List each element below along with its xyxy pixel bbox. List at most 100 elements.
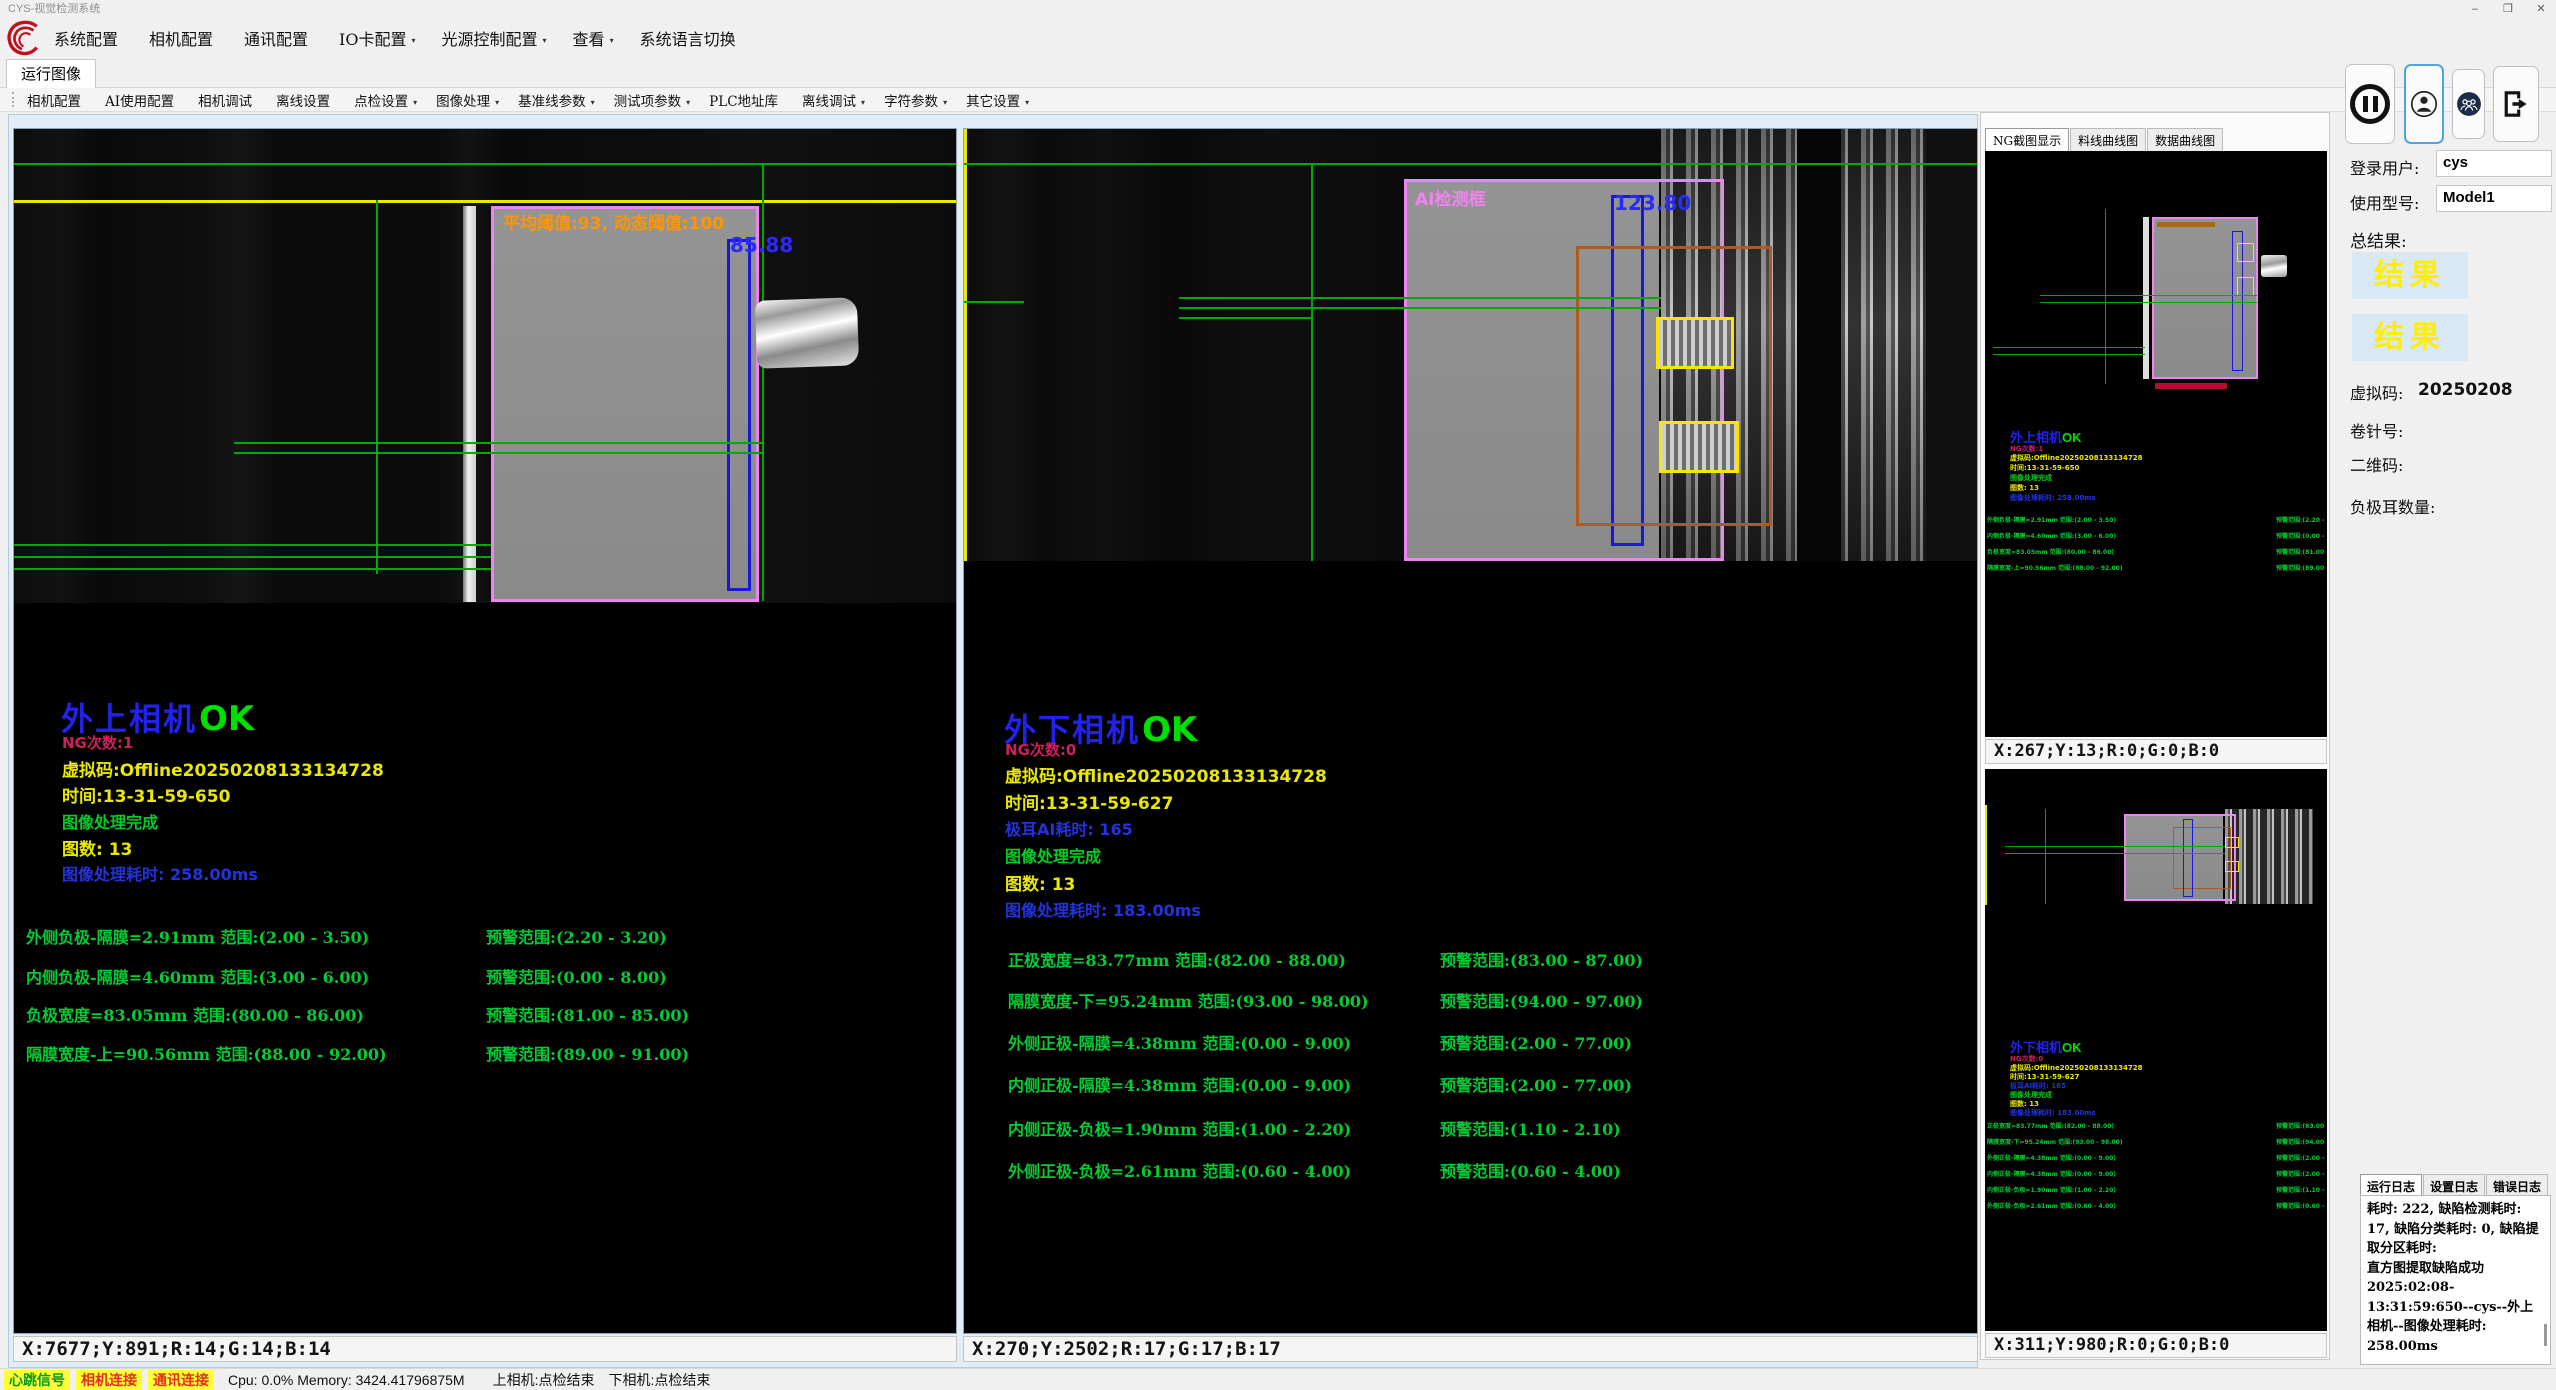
toolbar-other-settings[interactable]: 其它设置▾ (966, 90, 1029, 110)
camera-result: OK (1142, 710, 1197, 750)
warning-range-text: 预警范围:(94.00 - 97.00) (1440, 988, 1643, 1012)
menu-label: 相机配置 (149, 30, 213, 49)
tool-bar: 相机配置 AI使用配置 相机调试 离线设置 点检设置▾ 图像处理▾ 基准线参数▾… (0, 88, 2556, 112)
camera-connect-badge: 相机连接 (76, 1370, 142, 1390)
toolbar-label: 相机调试 (198, 94, 252, 110)
restore-icon[interactable]: ❐ (2493, 0, 2523, 18)
toolbar-plc-address-lib[interactable]: PLC地址库 (709, 90, 783, 110)
measure-line (234, 452, 762, 454)
edge-reference-line (14, 200, 957, 203)
login-user-field[interactable]: cys (2436, 150, 2552, 177)
metal-fins-image (2225, 809, 2313, 904)
exit-button[interactable] (2493, 66, 2539, 142)
toolbar-ai-use-config[interactable]: AI使用配置 (105, 90, 179, 110)
edge-measure-value: 85.88 (730, 233, 793, 257)
frame-count-text: 图数: 13 (1005, 870, 1075, 895)
upper-camera-coordinate-bar: X:7677;Y:891;R:14;G:14;B:14 (13, 1336, 957, 1362)
dropdown-arrow-icon: ▾ (1025, 98, 1029, 107)
close-icon[interactable]: ✕ (2526, 0, 2556, 18)
measurement-text: 外侧正极-负极=2.61mm 范围:(0.60 - 4.00) (1987, 1201, 2116, 1210)
upper-camera-snapshot[interactable]: 外上相机OK NG次数:1 虚拟码:Offline202502081331347… (1985, 151, 2327, 737)
measurement-text: 正极宽度=83.77mm 范围:(82.00 - 88.00) (1008, 947, 1346, 971)
measurement-text: 外侧正极-隔膜=4.38mm 范围:(0.00 - 9.00) (1008, 1030, 1351, 1054)
pause-button[interactable] (2345, 64, 2395, 144)
edge-detect-box (727, 239, 751, 591)
edge-detect-box (2183, 819, 2193, 897)
warning-range-text: 预警范围:(81.00 - 85.00) (2276, 547, 2327, 556)
tab-detect-box (2237, 243, 2254, 262)
tab-run-image[interactable]: 运行图像 (6, 59, 96, 88)
process-time-text: 图像处理耗时: 183.00ms (2010, 1108, 2096, 1118)
measure-line (964, 301, 1024, 303)
menu-language-switch[interactable]: 系统语言切换 (640, 26, 741, 50)
tab-line-curve[interactable]: 料线曲线图 (2070, 128, 2146, 152)
measurement-text: 外侧负极-隔膜=2.91mm 范围:(2.00 - 3.50) (1987, 515, 2116, 524)
lower-camera-snapshot[interactable]: 外下相机OK NG次数:0 虚拟码:Offline202502081331347… (1985, 769, 2327, 1331)
measure-line (1179, 307, 1661, 309)
measurement-text: 内侧正极-隔膜=4.38mm 范围:(0.00 - 9.00) (1987, 1169, 2116, 1178)
menu-light-control-config[interactable]: 光源控制配置▾ (442, 26, 547, 50)
process-done-text: 图像处理完成 (62, 809, 158, 833)
measurement-text: 隔膜宽度-上=90.56mm 范围:(88.00 - 92.00) (26, 1041, 387, 1065)
measurement-text: 隔膜宽度-下=95.24mm 范围:(93.00 - 98.00) (1987, 1137, 2123, 1146)
measure-line (14, 544, 491, 546)
measure-line (1179, 317, 1311, 319)
snapshot1-coordinate-bar: X:267;Y:13;R:0;G:0;B:0 (1985, 739, 2327, 764)
time-text: 时间:13-31-59-627 (1005, 789, 1173, 814)
window-title: CYS-视觉检测系统 (8, 3, 100, 15)
measure-line (234, 442, 762, 444)
menu-comm-config[interactable]: 通讯配置 (244, 26, 313, 50)
minimize-icon[interactable]: – (2460, 0, 2490, 18)
tab-ng-snapshot[interactable]: NG截图显示 (1985, 128, 2069, 152)
title-bar: CYS-视觉检测系统 – ❐ ✕ (0, 0, 2556, 18)
toolbar-offline-setup[interactable]: 离线设置 (276, 90, 335, 110)
toolbar-spot-check-setup[interactable]: 点检设置▾ (354, 90, 417, 110)
dropdown-arrow-icon: ▾ (861, 98, 865, 107)
total-result-box-2: 结果 (2352, 314, 2468, 361)
app-logo-icon (4, 19, 42, 57)
menu-label: 光源控制配置 (442, 30, 538, 49)
menu-system-config[interactable]: 系统配置 (54, 26, 123, 50)
warning-range-text: 预警范围:(83.00 - 87.00) (1440, 947, 1643, 971)
toolbar-char-params[interactable]: 字符参数▾ (884, 90, 947, 110)
tab-detect-box (2237, 277, 2254, 296)
bright-edge-strip (463, 206, 476, 602)
toolbar-image-processing[interactable]: 图像处理▾ (436, 90, 499, 110)
measurement-text: 内侧负极-隔膜=4.60mm 范围:(3.00 - 6.00) (1987, 531, 2116, 540)
menu-camera-config[interactable]: 相机配置 (149, 26, 218, 50)
lower-camera-view[interactable]: AI检测框 123.80 外下相机OK NG次数:0 虚拟码:Offline20… (963, 128, 1978, 1334)
toolbar-camera-debug[interactable]: 相机调试 (198, 90, 257, 110)
upper-camera-view[interactable]: 平均阈值:93, 动态阈值:100 85.88 外上相机OK NG次数:1 虚拟… (13, 128, 957, 1334)
toolbar-grip-handle[interactable] (12, 92, 15, 107)
total-result-box-1: 结果 (2352, 252, 2468, 299)
model-field[interactable]: Model1 (2436, 185, 2552, 212)
snapshot-tab-row: NG截图显示料线曲线图数据曲线图 (1985, 128, 2224, 152)
tab-data-curve[interactable]: 数据曲线图 (2147, 128, 2223, 152)
process-done-text: 图像处理完成 (2010, 473, 2052, 483)
measurement-text: 正极宽度=83.77mm 范围:(82.00 - 88.00) (1987, 1121, 2114, 1130)
warning-range-text: 预警范围:(94.00 - 97.00) (2276, 1137, 2327, 1146)
users-button[interactable] (2452, 69, 2485, 139)
time-text: 时间:13-31-59-650 (2010, 463, 2079, 473)
menu-view[interactable]: 查看▾ (573, 26, 614, 50)
toolbar-baseline-params[interactable]: 基准线参数▾ (518, 90, 595, 110)
measurement-text: 隔膜宽度-上=90.56mm 范围:(88.00 - 92.00) (1987, 563, 2123, 572)
edge-measure-value: 123.80 (1614, 191, 1691, 215)
measure-line (1311, 163, 1313, 561)
frame-count-text: 图数: 13 (2010, 483, 2039, 493)
log-line: 直方图提取缺陷成功 (2367, 1259, 2544, 1279)
ai-time-text: 极耳AI耗时: 165 (1005, 816, 1133, 840)
log-scrollbar[interactable] (2544, 1324, 2547, 1346)
log-content[interactable]: 耗时: 222, 缺陷检测耗时: 17, 缺陷分类耗时: 0, 缺陷提取分区耗时… (2360, 1195, 2551, 1365)
toolbar-camera-config[interactable]: 相机配置 (27, 90, 86, 110)
measurement-text: 负极宽度=83.05mm 范围:(80.00 - 86.00) (26, 1002, 364, 1026)
measurement-text: 内侧正极-负极=1.90mm 范围:(1.00 - 2.20) (1008, 1116, 1351, 1140)
user-button[interactable] (2404, 64, 2444, 144)
toolbar-offline-debug[interactable]: 离线调试▾ (802, 90, 865, 110)
warning-range-text: 预警范围:(83.00 - 87.00) (2276, 1121, 2327, 1130)
toolbar-test-item-params[interactable]: 测试项参数▾ (614, 90, 691, 110)
menu-io-card-config[interactable]: IO卡配置▾ (339, 26, 415, 50)
process-done-text: 图像处理完成 (1005, 843, 1101, 867)
baseline-line (14, 163, 957, 165)
toolbar-label: 测试项参数 (614, 94, 682, 110)
